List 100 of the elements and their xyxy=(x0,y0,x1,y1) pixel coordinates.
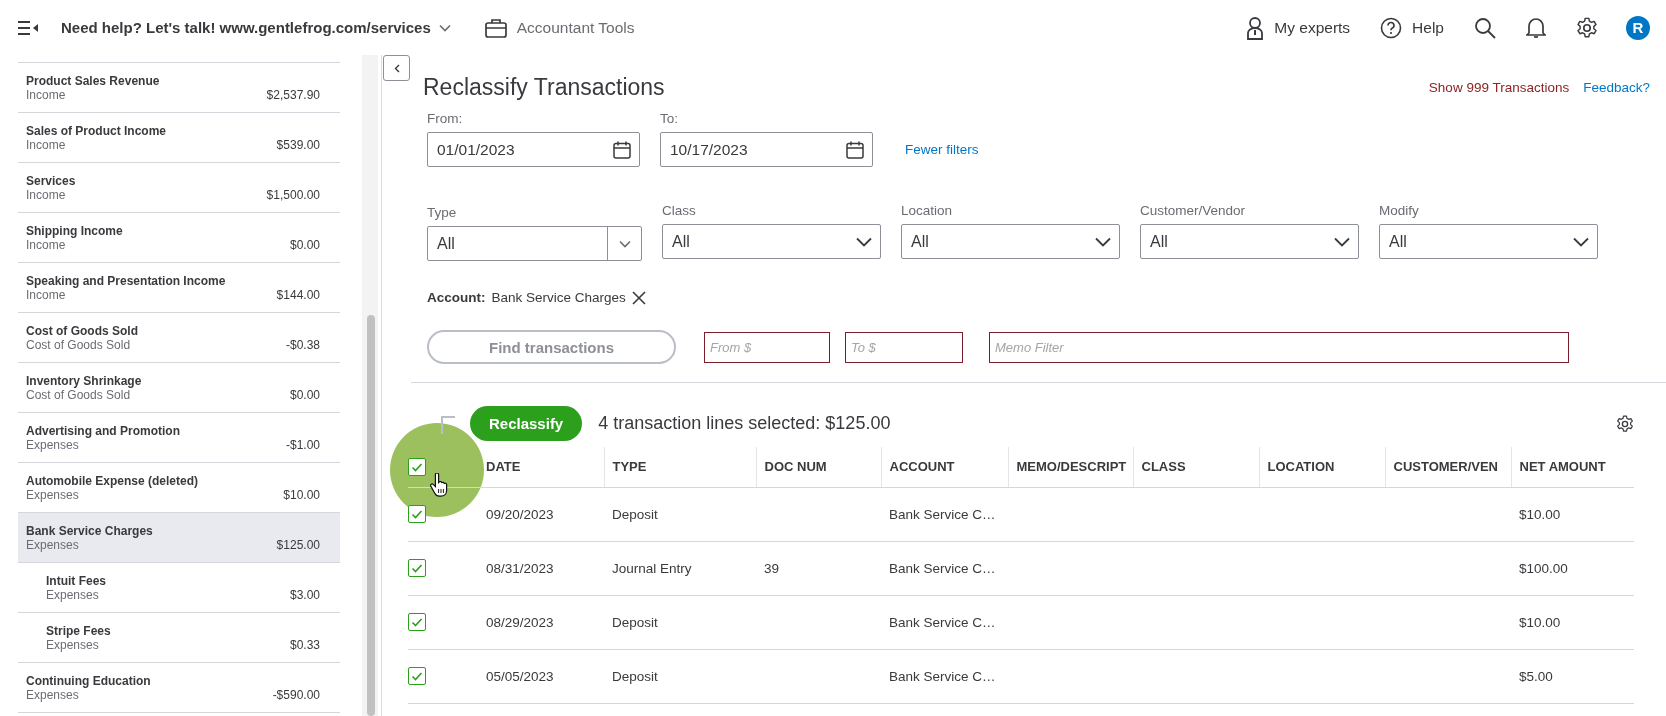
chevron-down-icon xyxy=(1334,236,1350,247)
bell-icon[interactable] xyxy=(1526,16,1546,39)
table-cell: 09/20/2023 xyxy=(486,506,554,522)
table-cell: $100.00 xyxy=(1519,560,1568,576)
collapse-button[interactable] xyxy=(383,55,410,81)
column-header[interactable]: TYPE xyxy=(604,447,756,487)
menu-icon[interactable] xyxy=(17,19,39,36)
account-row[interactable]: Cost of Goods Sold Cost of Goods Sold -$0.38 xyxy=(18,313,340,363)
table-cell: Deposit xyxy=(612,668,658,684)
account-row[interactable]: Product Sales Revenue Income $2,537.90 xyxy=(18,63,340,113)
account-type: Income xyxy=(26,88,67,102)
selection-summary: 4 transaction lines selected: $125.00 xyxy=(598,413,892,434)
table-cell: $10.00 xyxy=(1519,614,1561,630)
checkbox[interactable] xyxy=(408,505,426,523)
field-label: Modify xyxy=(1379,203,1420,218)
account-row[interactable]: Speaking and Presentation Income Income $144.00 xyxy=(18,263,340,313)
account-name: Inventory Shrinkage xyxy=(26,374,142,388)
column-header[interactable]: ACCOUNT xyxy=(881,447,1008,487)
dropdown-field[interactable]: All xyxy=(1140,224,1359,259)
account-amount: $144.00 xyxy=(276,288,320,302)
fewer-filters-link[interactable]: Fewer filters xyxy=(905,142,979,157)
account-row[interactable]: Intuit Fees Expenses $3.00 xyxy=(18,563,340,613)
dropdown-field[interactable]: All xyxy=(901,224,1120,259)
table-cell: Bank Service C… xyxy=(889,668,996,684)
field-label: Class xyxy=(662,203,697,218)
from-date-field[interactable]: 01/01/2023 xyxy=(427,132,640,167)
table-cell: Bank Service C… xyxy=(889,560,996,576)
checkmark-icon xyxy=(410,562,424,574)
table-cell: Journal Entry xyxy=(612,560,692,576)
account-row[interactable]: Bank Service Charges Expenses $125.00 xyxy=(18,513,340,563)
search-icon[interactable] xyxy=(1474,16,1496,39)
to-amount-field[interactable]: To $ xyxy=(845,331,963,363)
account-name: Cost of Goods Sold xyxy=(26,324,138,338)
account-row[interactable]: Continuing Education Expenses -$590.00 xyxy=(18,663,340,713)
accountant-tools-button[interactable]: Accountant Tools xyxy=(484,17,635,38)
column-header[interactable]: CUSTOMER/VEN xyxy=(1385,447,1511,487)
checkbox[interactable] xyxy=(408,613,426,631)
column-header[interactable]: NET AMOUNT xyxy=(1511,447,1634,487)
person-icon[interactable] xyxy=(1246,15,1265,40)
account-row[interactable]: Stripe Fees Expenses $0.33 xyxy=(18,613,340,663)
chevron-down-icon xyxy=(618,239,631,248)
company-menu[interactable]: Need help? Let's talk! www.gentlefrog.com/services xyxy=(61,19,451,36)
account-row[interactable]: Advertising and Promotion Expenses -$1.00 xyxy=(18,413,340,463)
account-amount: $2,537.90 xyxy=(266,88,320,102)
my-experts-button[interactable]: My experts xyxy=(1246,15,1351,40)
account-type: Income xyxy=(26,188,67,202)
from-amount-field[interactable]: From $ xyxy=(704,331,830,363)
account-amount: $0.00 xyxy=(289,388,320,402)
show-transactions-link[interactable]: Show 999 Transactions xyxy=(1428,80,1570,95)
checkmark-icon xyxy=(410,616,424,628)
chevron-down-icon xyxy=(1095,236,1111,247)
column-header[interactable]: DOC NUM xyxy=(756,447,881,487)
to-date-field[interactable]: 10/17/2023 xyxy=(660,132,873,167)
account-amount: $539.00 xyxy=(276,138,320,152)
settings-icon[interactable] xyxy=(1616,414,1634,433)
account-name: Services xyxy=(26,174,76,188)
column-header[interactable]: LOCATION xyxy=(1259,447,1385,487)
close-icon[interactable] xyxy=(631,290,646,305)
account-name: Stripe Fees xyxy=(46,624,111,638)
scrollbar[interactable] xyxy=(362,55,378,716)
help-icon[interactable] xyxy=(1380,16,1403,39)
chevron-down-icon xyxy=(438,23,451,32)
column-header[interactable]: CLASS xyxy=(1133,447,1259,487)
account-row[interactable]: Inventory Shrinkage Cost of Goods Sold $0.00 xyxy=(18,363,340,413)
account-filter-label: Account: xyxy=(427,290,486,305)
account-type: Expenses xyxy=(26,488,80,502)
account-name: Intuit Fees xyxy=(46,574,106,588)
table-cell: Deposit xyxy=(612,506,658,522)
account-name: Continuing Education xyxy=(26,674,151,688)
account-row[interactable]: Shipping Income Income $0.00 xyxy=(18,213,340,263)
account-row[interactable]: Services Income $1,500.00 xyxy=(18,163,340,213)
briefcase-icon[interactable] xyxy=(484,17,507,38)
dropdown-field[interactable]: All xyxy=(427,226,642,261)
page-title: Reclassify Transactions xyxy=(423,74,665,101)
calendar-icon[interactable] xyxy=(846,140,864,159)
table-cell: $10.00 xyxy=(1519,506,1561,522)
settings-icon[interactable] xyxy=(1576,16,1598,39)
table-cell: Bank Service C… xyxy=(889,614,996,630)
calendar-icon[interactable] xyxy=(613,140,631,159)
checkmark-icon xyxy=(410,670,424,682)
table-cell: 08/31/2023 xyxy=(486,560,554,576)
scrollbar-thumb[interactable] xyxy=(367,315,375,716)
account-name: Shipping Income xyxy=(26,224,123,238)
help-button[interactable]: Help xyxy=(1380,16,1444,39)
avatar[interactable]: R xyxy=(1626,15,1650,40)
table-cell: Deposit xyxy=(612,614,658,630)
chevron-down-icon xyxy=(856,236,872,247)
dropdown-field[interactable]: All xyxy=(662,224,881,259)
account-type: Income xyxy=(26,138,67,152)
account-name: Advertising and Promotion xyxy=(26,424,180,438)
account-row[interactable]: Sales of Product Income Income $539.00 xyxy=(18,113,340,163)
checkbox[interactable] xyxy=(408,559,426,577)
column-header[interactable]: MEMO/DESCRIPT xyxy=(1008,447,1133,487)
account-amount: $0.33 xyxy=(289,638,320,652)
checkbox[interactable] xyxy=(408,667,426,685)
dropdown-field[interactable]: All xyxy=(1379,224,1598,259)
account-name: Speaking and Presentation Income xyxy=(26,274,226,288)
field-label: Customer/Vendor xyxy=(1140,203,1247,218)
memo-filter-field[interactable]: Memo Filter xyxy=(989,331,1569,363)
feedback-link[interactable]: Feedback? xyxy=(1583,80,1650,95)
